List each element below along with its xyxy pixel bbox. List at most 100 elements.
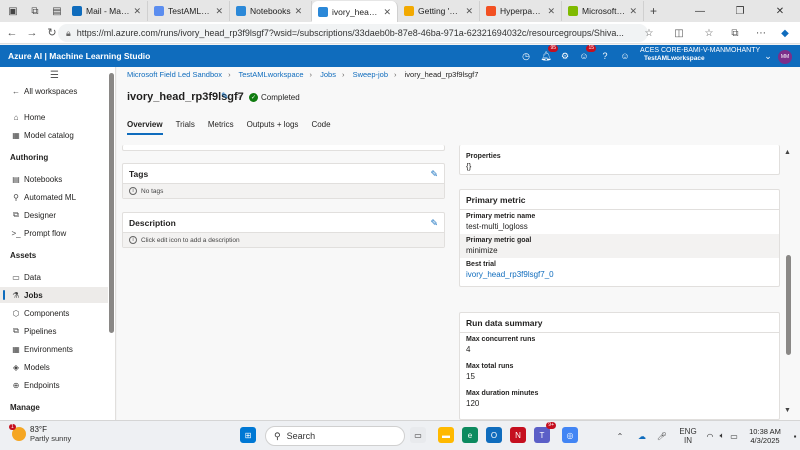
- minimize-icon[interactable]: —: [680, 0, 720, 22]
- sidebar-scrollbar[interactable]: [109, 73, 114, 333]
- sidebar-item-models[interactable]: ◈ Models: [0, 359, 108, 375]
- url-field[interactable]: 🔒︎ https://ml.azure.com/runs/ivory_head_…: [58, 24, 648, 42]
- best-trial-link[interactable]: ivory_head_rp3f9lsgf7_0: [466, 270, 773, 279]
- scroll-down-icon[interactable]: ▼: [784, 407, 791, 414]
- task-view-icon[interactable]: ▭: [410, 427, 426, 443]
- teams-icon[interactable]: T 9+: [534, 422, 556, 443]
- breadcrumb-sweep-job[interactable]: Sweep-job: [353, 70, 388, 79]
- tab-metrics[interactable]: Metrics: [208, 120, 234, 135]
- browser-tab-workspace[interactable]: TestAMLwork ✕: [148, 1, 230, 21]
- new-tab-icon[interactable]: +: [650, 4, 657, 18]
- weather-condition: Partly sunny: [30, 434, 72, 443]
- weather-temp: 83°F: [30, 425, 47, 434]
- close-window-icon[interactable]: ✕: [760, 0, 800, 22]
- tab-trials[interactable]: Trials: [176, 120, 195, 135]
- back-icon[interactable]: ←: [2, 23, 22, 43]
- workspaces-icon[interactable]: ⧉: [26, 2, 44, 20]
- taskbar-clock[interactable]: 10:38 AM 4/3/2025: [740, 427, 790, 445]
- taskbar-search[interactable]: ⚲ Search: [265, 426, 405, 446]
- language-indicator[interactable]: ENG IN: [676, 421, 700, 450]
- sidebar-item-pipelines[interactable]: ⧉ Pipelines: [0, 323, 108, 339]
- edit-description-icon[interactable]: ✎: [430, 218, 438, 229]
- close-icon[interactable]: ✕: [547, 6, 555, 17]
- sidebar-item-environments[interactable]: ▦ Environments: [0, 341, 108, 357]
- clock-icon[interactable]: ◷: [518, 48, 534, 64]
- sidebar-item-designer[interactable]: ⧉ Designer: [0, 207, 108, 223]
- hamburger-icon[interactable]: ☰: [50, 70, 59, 81]
- breadcrumb-sandbox[interactable]: Microsoft Field Led Sandbox: [127, 70, 222, 79]
- chevron-down-icon[interactable]: ⌄: [760, 48, 776, 64]
- feedback-icon[interactable]: ☺: [617, 48, 633, 64]
- favorite-star-icon[interactable]: ☆: [234, 91, 242, 102]
- sidebar-section-assets: Assets: [10, 251, 37, 260]
- breadcrumb-workspace[interactable]: TestAMLworkspace: [239, 70, 304, 79]
- close-icon[interactable]: ✕: [629, 6, 637, 17]
- outlook-taskbar-icon[interactable]: O: [486, 427, 502, 443]
- close-icon[interactable]: ✕: [383, 7, 391, 18]
- mic-muted-icon[interactable]: 🎤︎: [654, 421, 670, 450]
- gear-icon[interactable]: ⚙: [557, 48, 573, 64]
- chrome-icon[interactable]: ◎: [562, 427, 578, 443]
- sidebar-item-notebooks[interactable]: ▤ Notebooks: [0, 171, 108, 187]
- microsoft-icon: [486, 6, 496, 16]
- volume-icon[interactable]: 🔈︎: [716, 421, 728, 450]
- sidebar-item-model-catalog[interactable]: ▦ Model catalog: [0, 127, 108, 143]
- close-icon[interactable]: ✕: [465, 6, 473, 17]
- windows-start-icon[interactable]: ⊞: [240, 427, 256, 443]
- alert-icon[interactable]: ☺ 15: [576, 45, 596, 64]
- star-icon[interactable]: ☆: [640, 24, 658, 42]
- notifications-icon[interactable]: 🔔︎ 95: [538, 45, 558, 64]
- sidebar-item-all-workspaces[interactable]: ← All workspaces: [0, 83, 108, 99]
- close-icon[interactable]: ✕: [295, 6, 303, 17]
- sidebar-item-jobs[interactable]: ⚗ Jobs: [0, 287, 108, 303]
- vertical-tabs-icon[interactable]: ▤: [48, 2, 66, 20]
- close-icon[interactable]: ✕: [215, 6, 223, 17]
- sidebar-item-endpoints[interactable]: ⊕ Endpoints: [0, 377, 108, 393]
- address-bar: ← → ↻ 🔒︎ https://ml.azure.com/runs/ivory…: [0, 22, 800, 44]
- studio-brand[interactable]: Azure AI | Machine Learning Studio: [8, 51, 150, 61]
- properties-title: Properties: [466, 153, 501, 160]
- main-scrollbar[interactable]: [786, 255, 791, 355]
- news-icon[interactable]: N: [510, 427, 526, 443]
- sidebar-section-manage: Manage: [10, 403, 40, 412]
- tab-overview[interactable]: Overview: [127, 120, 163, 135]
- sidebar-item-data[interactable]: ▭ Data: [0, 269, 108, 285]
- browser-tab-mail[interactable]: Mail - Manas ✕: [66, 1, 148, 21]
- sidebar-item-home[interactable]: ⌂ Home: [0, 109, 108, 125]
- more-icon[interactable]: ⋯: [752, 24, 770, 42]
- collections-icon[interactable]: ⧉: [726, 24, 744, 42]
- help-icon[interactable]: ?: [597, 48, 613, 64]
- wifi-icon[interactable]: ◠: [704, 421, 716, 450]
- sidebar-item-prompt-flow[interactable]: >_ Prompt flow: [0, 225, 108, 241]
- edge-icon[interactable]: e: [462, 427, 478, 443]
- window-menu-icon[interactable]: ▣: [4, 2, 22, 20]
- tray-chevron-icon[interactable]: ⌃: [612, 421, 628, 450]
- battery-icon[interactable]: ▭: [728, 421, 740, 450]
- browser-tab-getting[interactable]: Getting 'som ✕: [398, 1, 480, 21]
- forward-icon[interactable]: →: [22, 23, 42, 43]
- onedrive-icon[interactable]: ☁: [634, 421, 650, 450]
- jobs-icon: ⚗: [12, 290, 20, 300]
- close-icon[interactable]: ✕: [133, 6, 141, 17]
- weather-widget[interactable]: 1 83°F Partly sunny: [9, 424, 72, 443]
- restore-icon[interactable]: ❐: [720, 0, 760, 22]
- edit-tags-icon[interactable]: ✎: [430, 169, 438, 180]
- favorites-icon[interactable]: ☆: [700, 24, 718, 42]
- tab-outputs-logs[interactable]: Outputs + logs: [247, 120, 299, 135]
- tab-code[interactable]: Code: [311, 120, 330, 135]
- browser-tab-hyperparam[interactable]: Hyperparame ✕: [480, 1, 562, 21]
- copilot-icon[interactable]: ◆: [776, 24, 794, 42]
- split-screen-icon[interactable]: ◫: [670, 24, 688, 42]
- browser-tab-run[interactable]: ivory_head_rp ✕: [312, 1, 398, 23]
- edit-title-icon[interactable]: ✎: [221, 91, 229, 102]
- browser-tab-sandbox[interactable]: Microsoft Sa ✕: [562, 1, 644, 21]
- scroll-up-icon[interactable]: ▲: [784, 149, 791, 156]
- browser-tab-notebooks[interactable]: Notebooks ✕: [230, 1, 312, 21]
- account-switcher[interactable]: ACES CORE-BAMI-V-MANMOHANTY TestAMLworks…: [640, 47, 770, 63]
- avatar[interactable]: MM: [778, 50, 792, 64]
- breadcrumb-jobs[interactable]: Jobs: [320, 70, 336, 79]
- sidebar-item-automated-ml[interactable]: ⚲ Automated ML: [0, 189, 108, 205]
- file-explorer-icon[interactable]: ▬: [438, 427, 454, 443]
- sidebar-item-components[interactable]: ⬡ Components: [0, 305, 108, 321]
- notification-center-icon[interactable]: ▪: [790, 421, 800, 450]
